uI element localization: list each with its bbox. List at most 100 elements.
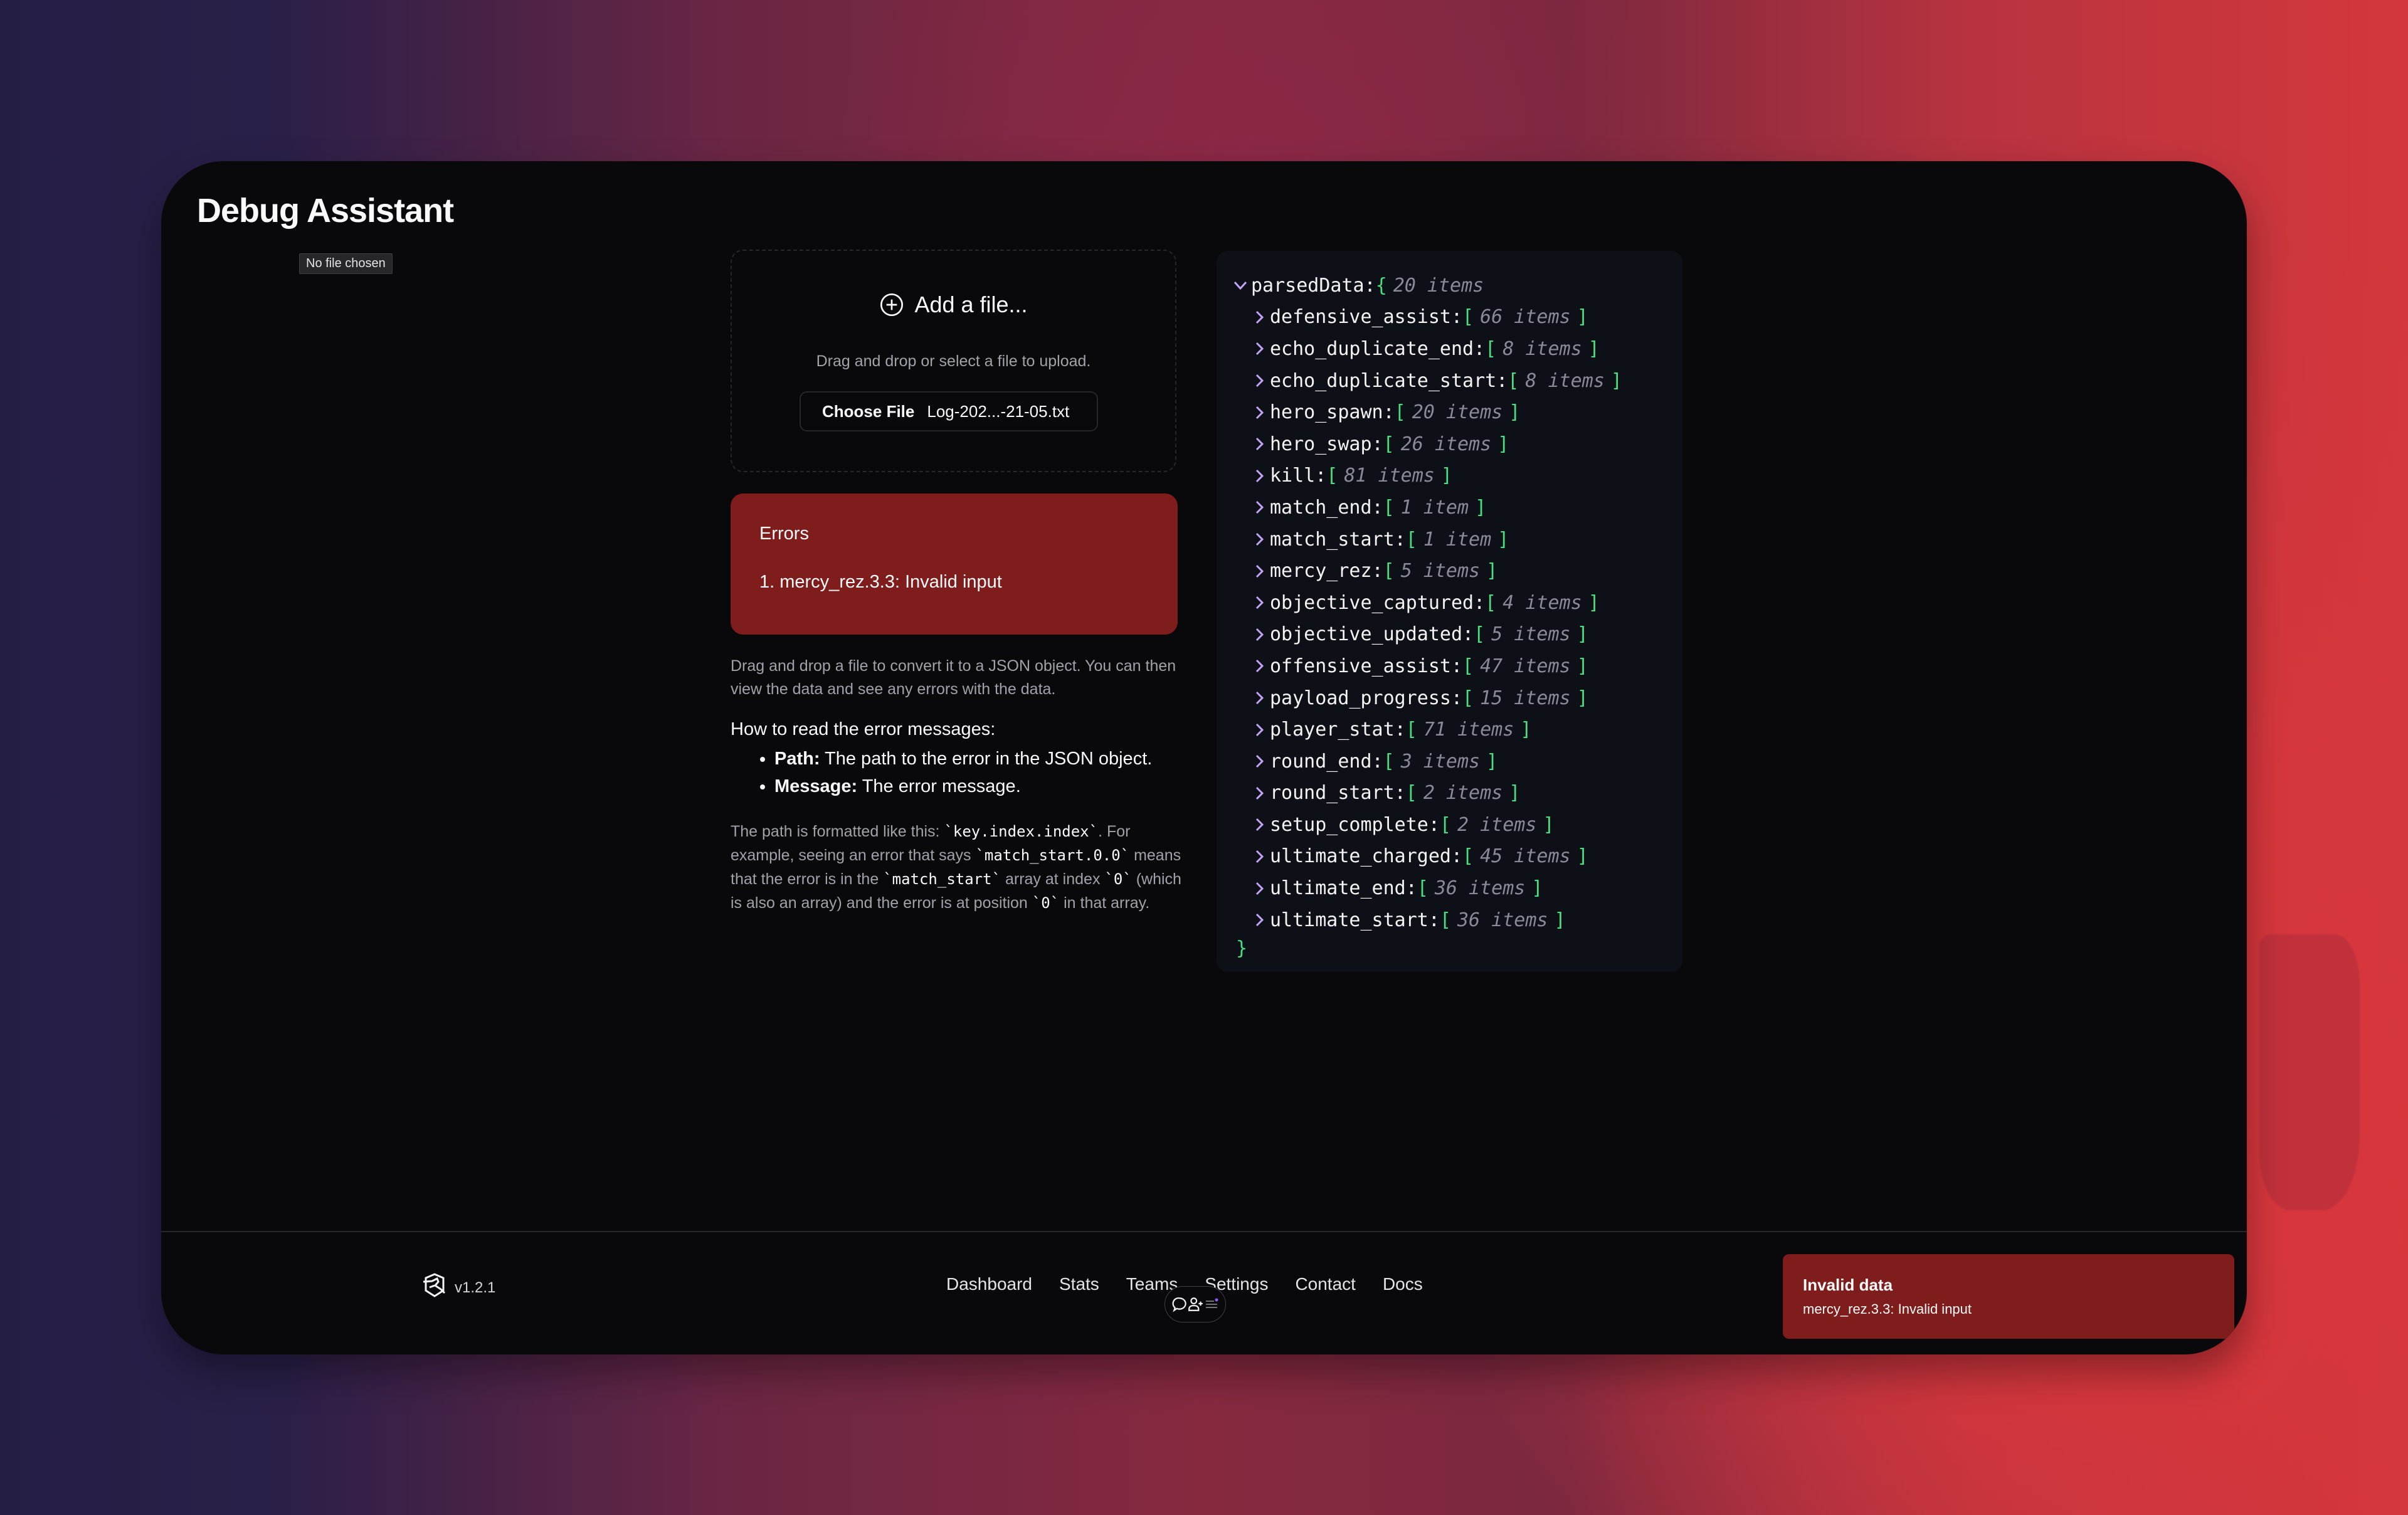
chevron-right-icon[interactable] [1251,815,1267,834]
json-entry-count: 66 items [1480,306,1571,329]
menu-icon[interactable] [1204,1297,1219,1312]
add-file-text: Add a file... [914,292,1028,317]
json-root-count: 20 items [1393,274,1484,297]
chevron-right-icon[interactable] [1251,689,1267,707]
json-entry-key: player_stat [1270,719,1395,741]
json-entry-key: mercy_rez [1270,560,1372,583]
chevron-right-icon[interactable] [1251,784,1267,803]
json-entry-count: 47 items [1480,655,1571,677]
json-entry-row[interactable]: objective_updated:[5 items] [1232,619,1682,651]
json-entry-row[interactable]: hero_spawn:[20 items] [1232,396,1682,428]
chevron-right-icon[interactable] [1251,721,1267,739]
json-entry-row[interactable]: ultimate_end:[36 items] [1232,872,1682,904]
json-entry-row[interactable]: round_start:[2 items] [1232,778,1682,810]
chevron-right-icon[interactable] [1251,562,1267,581]
json-entry-row[interactable]: offensive_assist:[47 items] [1232,650,1682,682]
chevron-right-icon[interactable] [1251,625,1267,644]
file-dropzone[interactable]: Add a file... Drag and drop or select a … [731,250,1176,472]
chevron-right-icon[interactable] [1251,879,1267,898]
json-entry-row[interactable]: kill:[81 items] [1232,460,1682,492]
json-entry-row[interactable]: mercy_rez:[5 items] [1232,555,1682,587]
json-close-bracket: ] [1497,433,1509,455]
json-entry-row[interactable]: match_start:[1 item] [1232,524,1682,556]
comment-icon[interactable] [1171,1296,1188,1312]
chevron-right-icon[interactable] [1251,371,1267,390]
chevron-right-icon[interactable] [1251,435,1267,453]
drop-hint: Drag and drop or select a file to upload… [816,352,1091,370]
floating-toolbar [1164,1286,1226,1322]
footer-logo[interactable]: v1.2.1 [423,1273,495,1302]
help-description: Drag and drop a file to convert it to a … [731,657,1176,698]
json-colon: : [1371,433,1383,455]
json-open-bracket: [ [1383,750,1395,773]
add-user-icon[interactable] [1188,1296,1204,1312]
chevron-right-icon[interactable] [1251,339,1267,358]
json-colon: : [1450,845,1463,868]
json-entry-row[interactable]: payload_progress:[15 items] [1232,682,1682,714]
file-tooltip: No file chosen [299,253,393,274]
json-root-row[interactable]: parsedData:{20 items [1232,270,1682,302]
howto-text: The error message. [857,776,1021,796]
json-entry-row[interactable]: match_end:[1 item] [1232,492,1682,524]
json-entry-key: setup_complete [1270,813,1428,836]
json-colon: : [1450,306,1463,329]
chevron-right-icon[interactable] [1251,657,1267,675]
howto-item-path: Path: The path to the error in the JSON … [774,745,1195,773]
json-close-bracket: ] [1576,655,1588,677]
chevron-right-icon[interactable] [1251,403,1267,422]
json-entry-key: echo_duplicate_start [1270,369,1497,392]
json-close-bracket: ] [1509,782,1521,805]
json-root-key: parsedData [1251,274,1365,297]
json-entry-row[interactable]: objective_captured:[4 items] [1232,587,1682,619]
chevron-right-icon[interactable] [1251,847,1267,866]
path-info-code: `match_start.0.0` [975,847,1130,864]
nav-docs[interactable]: Docs [1383,1274,1423,1294]
choose-file-button[interactable]: Choose File [822,402,914,421]
nav-contact[interactable]: Contact [1295,1274,1356,1294]
json-entry-key: kill [1270,465,1316,487]
chevron-right-icon[interactable] [1251,467,1267,485]
json-close-bracket: ] [1576,623,1588,646]
file-input[interactable]: Choose File Log-202...-21-05.txt [800,391,1098,431]
json-entry-count: 15 items [1480,687,1571,709]
json-open-bracket: [ [1383,496,1395,519]
chevron-right-icon[interactable] [1251,911,1267,929]
json-open-bracket: [ [1383,433,1395,455]
path-info-text: array at index [1001,870,1105,888]
path-info-code: `key.index.index` [944,823,1099,840]
error-toast[interactable]: Invalid data mercy_rez.3.3: Invalid inpu… [1783,1254,2234,1339]
json-entry-row[interactable]: echo_duplicate_start:[8 items] [1232,365,1682,397]
nav-stats[interactable]: Stats [1059,1274,1099,1294]
json-entry-row[interactable]: echo_duplicate_end:[8 items] [1232,333,1682,365]
shield-logo-icon [423,1273,446,1302]
json-entry-count: 71 items [1423,719,1514,741]
json-colon: : [1462,623,1474,646]
chevron-down-icon[interactable] [1232,276,1249,295]
json-open-bracket: [ [1394,401,1406,424]
chevron-right-icon[interactable] [1251,752,1267,771]
chevron-right-icon[interactable] [1251,530,1267,549]
chevron-right-icon[interactable] [1251,593,1267,612]
json-entry-row[interactable]: ultimate_start:[36 items] [1232,904,1682,936]
nav-dashboard[interactable]: Dashboard [946,1274,1032,1294]
json-entry-row[interactable]: round_end:[3 items] [1232,746,1682,778]
json-entry-key: objective_updated [1270,623,1463,646]
json-entry-count: 8 items [1525,369,1605,392]
chevron-right-icon[interactable] [1251,308,1267,327]
error-item: 1. mercy_rez.3.3: Invalid input [759,572,1002,592]
json-tree-panel: parsedData:{20 items defensive_assist:[6… [1217,251,1682,972]
chevron-right-icon[interactable] [1251,498,1267,517]
json-entry-row[interactable]: player_stat:[71 items] [1232,714,1682,746]
json-close-bracket: ] [1509,401,1521,424]
json-entry-count: 8 items [1502,337,1582,360]
json-entry-row[interactable]: setup_complete:[2 items] [1232,809,1682,841]
json-close-bracket: ] [1576,687,1588,709]
json-entry-key: match_end [1270,496,1372,519]
json-colon: : [1405,877,1417,900]
json-close-bracket: ] [1588,591,1600,614]
json-entry-row[interactable]: ultimate_charged:[45 items] [1232,841,1682,873]
json-entry-row[interactable]: defensive_assist:[66 items] [1232,302,1682,334]
json-entry-count: 36 items [1434,877,1526,900]
json-entries: defensive_assist:[66 items] echo_duplicat… [1232,302,1682,936]
json-entry-row[interactable]: hero_swap:[26 items] [1232,428,1682,460]
